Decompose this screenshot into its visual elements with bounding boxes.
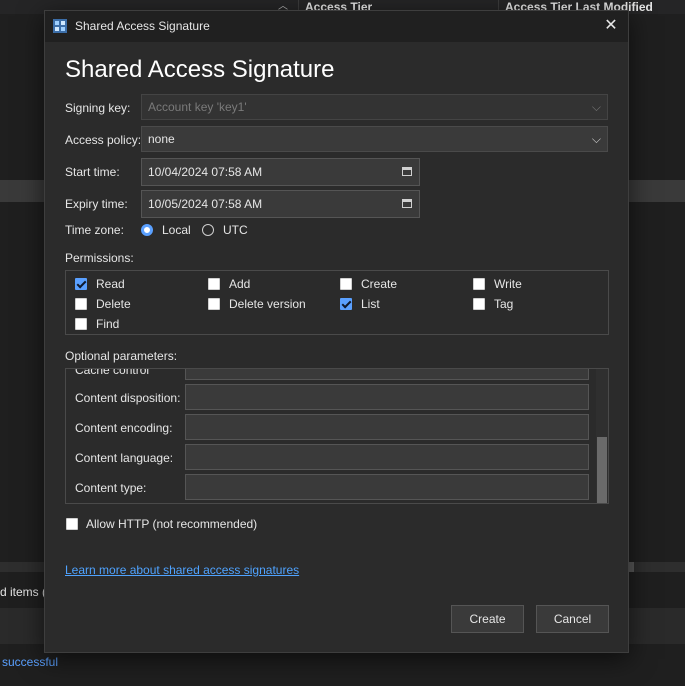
permissions-group: Read Add Create Write Delete Delete vers…: [65, 270, 609, 335]
access-policy-value: none: [148, 132, 175, 146]
expiry-time-value: 10/05/2024 07:58 AM: [148, 197, 263, 211]
optional-parameters-label: Optional parameters:: [65, 349, 178, 363]
permission-delete-checkbox[interactable]: [75, 298, 87, 310]
time-zone-local-radio[interactable]: [141, 224, 153, 236]
permission-add-label[interactable]: Add: [229, 277, 250, 291]
title-bar: Shared Access Signature ✕: [45, 11, 628, 42]
scrollbar-thumb[interactable]: [597, 437, 607, 503]
signing-key-value: Account key 'key1': [148, 100, 247, 114]
items-count-text: d items (: [0, 585, 47, 599]
learn-more-link[interactable]: Learn more about shared access signature…: [65, 563, 299, 577]
cancel-button[interactable]: Cancel: [536, 605, 609, 633]
time-zone-utc-radio[interactable]: [202, 224, 214, 236]
permission-find-label[interactable]: Find: [96, 317, 119, 331]
permission-add-checkbox[interactable]: [208, 278, 220, 290]
content-language-input[interactable]: [185, 444, 589, 470]
start-time-label: Start time:: [65, 165, 120, 179]
storage-explorer-app-icon: [53, 19, 67, 33]
permission-create-label[interactable]: Create: [361, 277, 397, 291]
signing-key-select: Account key 'key1' ⌵: [141, 94, 608, 120]
permission-delete-version-label[interactable]: Delete version: [229, 297, 306, 311]
create-button[interactable]: Create: [451, 605, 524, 633]
close-icon[interactable]: ✕: [600, 15, 622, 37]
cache-control-input[interactable]: [185, 369, 589, 380]
calendar-icon[interactable]: [402, 167, 412, 176]
content-language-label: Content language:: [75, 451, 174, 465]
content-disposition-input[interactable]: [185, 384, 589, 410]
permission-list-checkbox[interactable]: [340, 298, 352, 310]
cache-control-label: Cache control: [75, 368, 150, 377]
start-time-value: 10/04/2024 07:58 AM: [148, 165, 263, 179]
chevron-down-icon: ⌵: [591, 100, 601, 114]
permission-read-label[interactable]: Read: [96, 277, 125, 291]
permission-write-checkbox[interactable]: [473, 278, 485, 290]
time-zone-local-label[interactable]: Local: [162, 223, 191, 237]
permission-find-checkbox[interactable]: [75, 318, 87, 330]
content-type-label: Content type:: [75, 481, 147, 495]
optional-parameters-panel: Cache control Content disposition: Conte…: [65, 368, 609, 504]
permissions-label: Permissions:: [65, 251, 134, 265]
allow-http-label[interactable]: Allow HTTP (not recommended): [86, 517, 257, 531]
expiry-time-input[interactable]: 10/05/2024 07:58 AM: [141, 190, 420, 218]
permission-write-label[interactable]: Write: [494, 277, 522, 291]
time-zone-utc-label[interactable]: UTC: [223, 223, 248, 237]
content-type-input[interactable]: [185, 474, 589, 500]
page-title: Shared Access Signature: [65, 56, 335, 83]
signing-key-label: Signing key:: [65, 101, 131, 115]
start-time-input[interactable]: 10/04/2024 07:58 AM: [141, 158, 420, 186]
permission-list-label[interactable]: List: [361, 297, 380, 311]
permission-tag-checkbox[interactable]: [473, 298, 485, 310]
access-policy-select[interactable]: none ⌵: [141, 126, 608, 152]
permission-tag-label[interactable]: Tag: [494, 297, 513, 311]
access-policy-label: Access policy:: [65, 133, 142, 147]
sas-dialog: Shared Access Signature ✕ Shared Access …: [44, 10, 629, 653]
content-encoding-label: Content encoding:: [75, 421, 173, 435]
optional-parameters-scrollbar[interactable]: [596, 369, 608, 503]
permission-delete-label[interactable]: Delete: [96, 297, 131, 311]
permission-read-checkbox[interactable]: [75, 278, 87, 290]
calendar-icon[interactable]: [402, 199, 412, 208]
content-encoding-input[interactable]: [185, 414, 589, 440]
status-text[interactable]: successful: [2, 655, 58, 669]
permission-create-checkbox[interactable]: [340, 278, 352, 290]
permission-delete-version-checkbox[interactable]: [208, 298, 220, 310]
expiry-time-label: Expiry time:: [65, 197, 128, 211]
content-disposition-label: Content disposition:: [75, 391, 181, 405]
time-zone-label: Time zone:: [65, 223, 124, 237]
chevron-down-icon: ⌵: [591, 132, 601, 146]
allow-http-checkbox[interactable]: [66, 518, 78, 530]
window-title: Shared Access Signature: [75, 19, 210, 33]
